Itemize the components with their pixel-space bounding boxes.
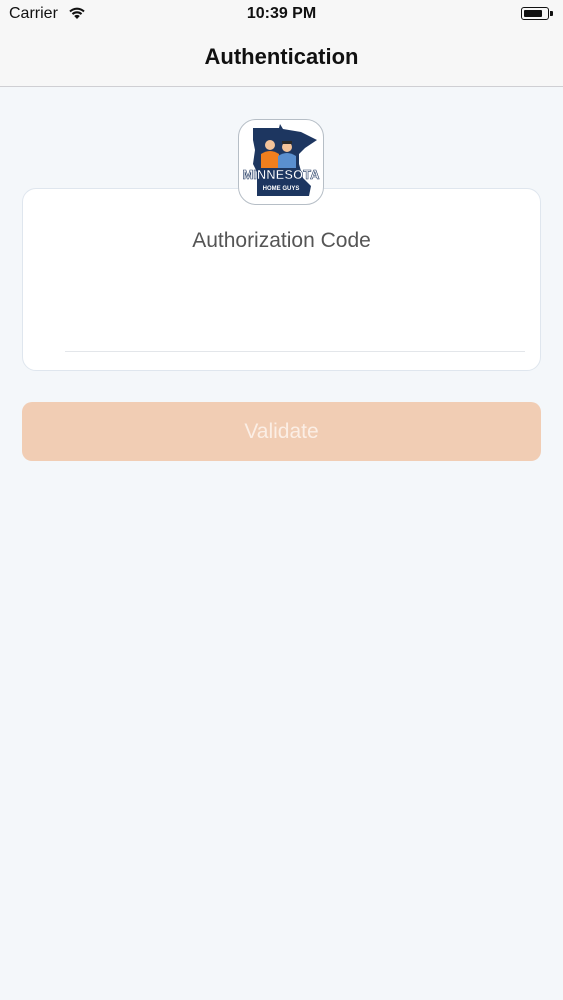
navigation-bar: Authentication — [0, 30, 563, 87]
authorization-code-input[interactable] — [65, 309, 525, 352]
authorization-card: Authorization Code — [22, 188, 541, 371]
authorization-code-label: Authorization Code — [192, 229, 371, 252]
app-logo: MINNESOTA HOME GUYS — [238, 119, 324, 205]
status-time: 10:39 PM — [246, 5, 317, 22]
logo-wordmark: MINNESOTA — [242, 167, 320, 183]
battery-icon — [521, 7, 549, 20]
page-title: Authentication — [204, 44, 359, 69]
battery-level — [524, 10, 542, 17]
status-bar: Carrier 10:39 PM — [0, 0, 563, 30]
validate-button[interactable]: Validate — [22, 402, 541, 461]
battery-cap — [550, 11, 553, 16]
logo-subtitle: HOME GUYS — [262, 184, 300, 195]
